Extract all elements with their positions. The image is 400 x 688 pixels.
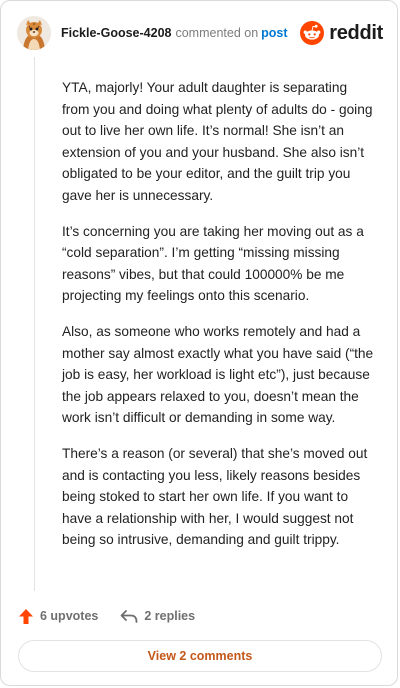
- view-comments-button[interactable]: View 2 comments: [18, 640, 382, 672]
- comment-meta: Fickle-Goose-4208 commented on post: [61, 26, 288, 40]
- avatar[interactable]: [17, 16, 51, 50]
- comment-paragraph: It’s concerning you are taking her movin…: [62, 223, 364, 304]
- reddit-brand[interactable]: reddit: [300, 21, 383, 45]
- comment-header: Fickle-Goose-4208 commented on post reddit: [17, 15, 383, 51]
- upvote-count: 6 upvotes: [40, 609, 99, 623]
- comment-actions: 6 upvotes 2 replies: [18, 605, 195, 627]
- view-comments-label: View 2 comments: [147, 649, 253, 663]
- comment-paragraph: YTA, majorly! Your adult daughter is sep…: [62, 80, 373, 203]
- reply-arrow-icon: [120, 609, 138, 623]
- comment-paragraph: Also, as someone who works remotely and …: [62, 323, 374, 426]
- post-link[interactable]: post: [261, 26, 287, 40]
- reddit-wordmark: reddit: [329, 21, 383, 44]
- comment-body: YTA, majorly! Your adult daughter is sep…: [62, 77, 374, 565]
- avatar-icon: [17, 16, 51, 50]
- commented-on-label: commented on: [175, 26, 259, 40]
- author-name[interactable]: Fickle-Goose-4208: [61, 26, 171, 40]
- reddit-logo-icon: [300, 21, 325, 45]
- thread-line[interactable]: [34, 57, 35, 591]
- replies-button[interactable]: 2 replies: [120, 609, 195, 624]
- upvote-arrow-icon: [19, 608, 33, 624]
- comment-paragraph: There’s a reason (or several) that she’s…: [62, 445, 368, 548]
- replies-count: 2 replies: [144, 609, 196, 623]
- upvote-button[interactable]: 6 upvotes: [18, 608, 98, 625]
- comment-card: Fickle-Goose-4208 commented on post reddit…: [0, 0, 398, 686]
